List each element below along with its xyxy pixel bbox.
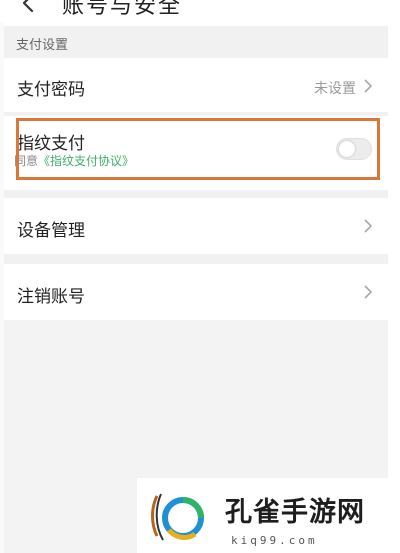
- section-label: 支付设置: [16, 38, 69, 53]
- device-management-label: 设备管理: [17, 221, 85, 241]
- back-arrow-icon[interactable]: [16, 0, 42, 16]
- device-management-row[interactable]: 设备管理: [4, 198, 388, 254]
- watermark-title: 孔雀手游网: [225, 497, 365, 528]
- highlight-box: [16, 118, 380, 180]
- chevron-right-icon: [364, 79, 373, 93]
- cancel-account-label: 注销账号: [17, 287, 85, 307]
- divider: [4, 254, 388, 264]
- cancel-account-row[interactable]: 注销账号: [4, 264, 388, 320]
- payment-password-status: 未设置: [314, 81, 356, 97]
- peacock-logo-icon: [151, 493, 204, 541]
- account-security-screen: 账号与安全 支付设置 支付密码 未设置 指纹支付 同意《指纹支付协议》 设备管理…: [0, 0, 400, 553]
- payment-password-row[interactable]: 支付密码 未设置: [4, 58, 388, 112]
- divider: [4, 190, 388, 198]
- right-gutter: [388, 0, 400, 553]
- section-header: 支付设置: [4, 26, 388, 58]
- chevron-right-icon: [364, 285, 373, 299]
- page-title: 账号与安全: [62, 0, 183, 19]
- header: 账号与安全: [0, 0, 388, 22]
- payment-password-label: 支付密码: [17, 80, 85, 100]
- watermark: 孔雀手游网 kiq99.com: [137, 478, 400, 553]
- chevron-right-icon: [364, 219, 373, 233]
- watermark-url: kiq99.com: [231, 534, 318, 547]
